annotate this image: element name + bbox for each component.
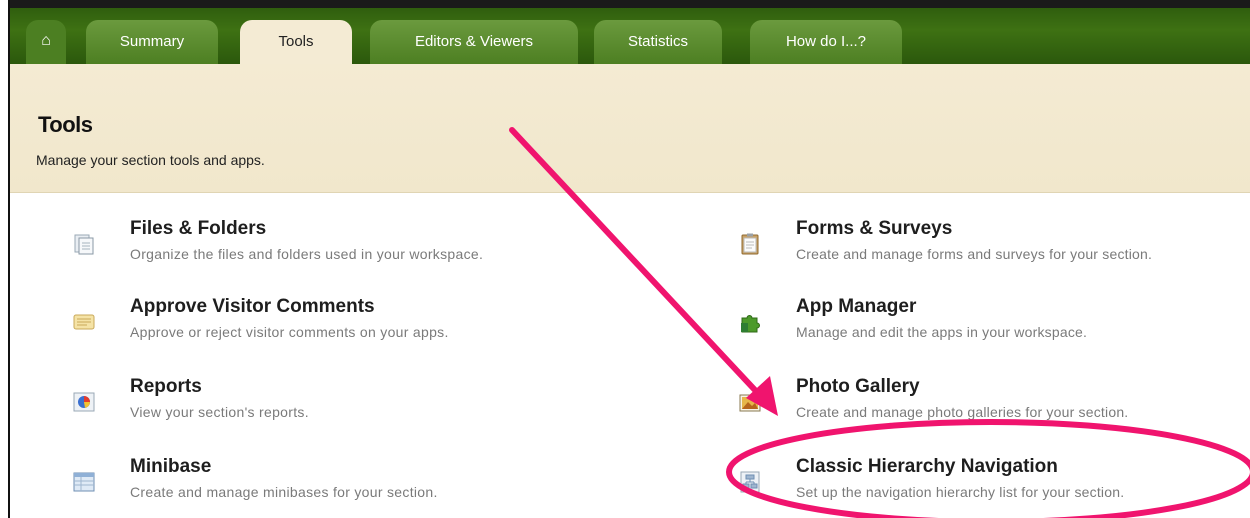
tab-tools[interactable]: Tools (240, 20, 352, 64)
page-title: Tools (38, 112, 93, 137)
app-frame: ⌂ Summary Tools Editors & Viewers Statis… (8, 0, 1250, 518)
tool-description: Organize the files and folders used in y… (130, 246, 484, 262)
tool-description: Create and manage forms and surveys for … (796, 246, 1153, 262)
tool-description: Approve or reject visitor comments on yo… (130, 324, 449, 340)
tool-title: Minibase (130, 456, 212, 477)
tool-title: Files & Folders (130, 218, 267, 239)
puzzle-icon (741, 315, 760, 333)
page-header: Tools Manage your section tools and apps… (8, 64, 1250, 193)
files-folders-icon (74, 234, 94, 255)
tool-reports[interactable]: Reports View your section's reports. (72, 376, 592, 436)
comments-icon (73, 314, 95, 330)
tab-editors-viewers[interactable]: Editors & Viewers (370, 20, 578, 64)
tab-statistics-label: Statistics (627, 32, 688, 50)
tab-summary[interactable]: Summary (86, 20, 218, 64)
minibase-icon (73, 472, 95, 492)
tool-title: Reports (130, 376, 202, 397)
tool-title: Forms & Surveys (796, 218, 953, 239)
tool-title: Photo Gallery (796, 376, 920, 397)
tool-description: Create and manage photo galleries for yo… (796, 404, 1129, 420)
tool-title: App Manager (796, 296, 917, 317)
tool-minibase[interactable]: Minibase Create and manage minibases for… (72, 456, 592, 516)
tool-description: Set up the navigation hierarchy list for… (796, 484, 1125, 500)
tool-description: Create and manage minibases for your sec… (130, 484, 438, 500)
page-subtitle: Manage your section tools and apps. (36, 152, 265, 168)
tool-forms-surveys[interactable]: Forms & Surveys Create and manage forms … (738, 218, 1250, 278)
tab-how-do-i[interactable]: How do I...? (750, 20, 902, 64)
tool-title: Classic Hierarchy Navigation (796, 456, 1058, 477)
tool-description: View your section's reports. (130, 404, 309, 420)
tool-photo-gallery[interactable]: Photo Gallery Create and manage photo ga… (738, 376, 1250, 436)
tool-app-manager[interactable]: App Manager Manage and edit the apps in … (738, 296, 1250, 356)
tab-bar: ⌂ Summary Tools Editors & Viewers Statis… (8, 0, 1250, 64)
tool-classic-hierarchy-navigation[interactable]: Classic Hierarchy Navigation Set up the … (738, 456, 1250, 516)
tab-summary-label: Summary (119, 32, 185, 50)
tab-statistics[interactable]: Statistics (594, 20, 722, 64)
tab-home[interactable]: ⌂ (26, 20, 66, 64)
tool-title: Approve Visitor Comments (130, 296, 375, 317)
clipboard-icon (741, 233, 759, 255)
tab-howdo-label: How do I...? (785, 32, 867, 50)
tool-description: Manage and edit the apps in your workspa… (796, 324, 1088, 340)
hierarchy-icon (740, 471, 760, 493)
frame-border (8, 0, 10, 518)
tool-approve-visitor-comments[interactable]: Approve Visitor Comments Approve or reje… (72, 296, 592, 356)
tool-files-folders[interactable]: Files & Folders Organize the files and f… (72, 218, 592, 278)
photo-icon (739, 394, 761, 412)
reports-pie-icon (73, 392, 95, 412)
tab-editors-label: Editors & Viewers (414, 32, 534, 50)
home-icon: ⌂ (41, 32, 51, 49)
tab-tools-label: Tools (278, 32, 314, 50)
